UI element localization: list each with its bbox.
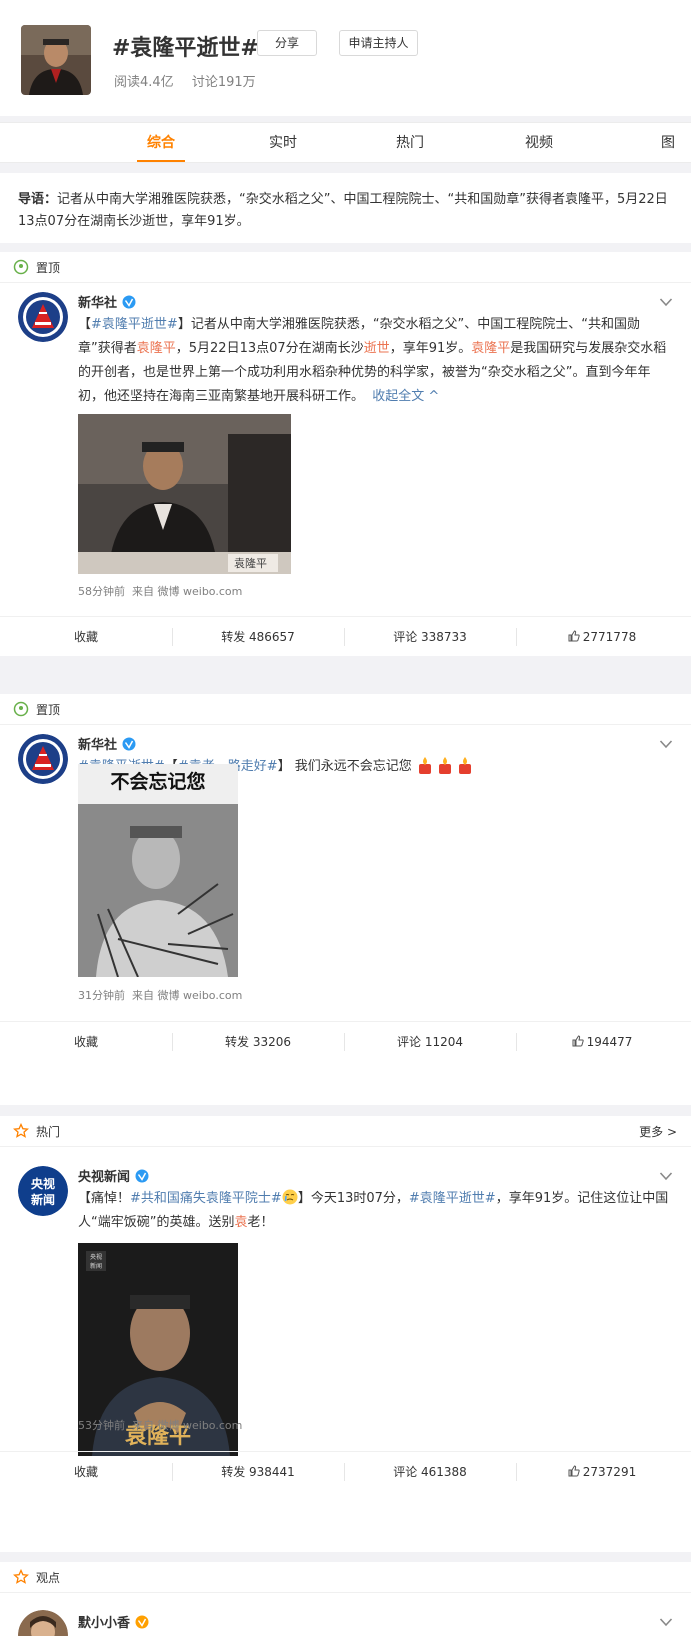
topic-avatar[interactable] [21, 25, 91, 95]
action-bar: 收藏 转发 938441 评论 461388 2737291 [0, 1451, 691, 1491]
topic-link[interactable]: #袁隆平逝世# [91, 317, 178, 332]
post-text: 【#袁隆平逝世#】记者从中南大学湘雅医院获悉，“杂交水稻之父”、中国工程院院士、… [78, 317, 667, 404]
repost-button[interactable]: 转发 938441 [172, 1452, 344, 1492]
card-section-header: 观点 [0, 1562, 691, 1593]
intro-text: 记者从中南大学湘雅医院获悉，“杂交水稻之父”、中国工程院院士、“共和国勋章”获得… [18, 192, 668, 229]
intro-label: 导语： [18, 192, 58, 207]
repost-button[interactable]: 转发 33206 [172, 1022, 344, 1062]
like-button[interactable]: 2737291 [516, 1452, 688, 1492]
favorite-button[interactable]: 收藏 [0, 617, 172, 657]
tab-hot[interactable]: 热门 [380, 123, 440, 163]
thumbs-up-icon [572, 1035, 584, 1047]
post-card: 置顶 新华社 #袁隆平逝世#【#袁老一路走好#】 我们永远不会忘记您 不会忘记您 [0, 694, 691, 1105]
thumbs-up-icon [568, 1465, 580, 1477]
post-meta: 58分钟前 来自 微博 weibo.com [78, 583, 242, 599]
action-bar: 收藏 转发 33206 评论 11204 194477 [0, 1021, 691, 1061]
crying-emoji-icon [282, 1189, 298, 1205]
post-meta: 31分钟前 来自 微博 weibo.com [78, 987, 242, 1003]
topic-stats: 阅读4.4亿 讨论191万 [114, 71, 270, 90]
author-name[interactable]: 默小小香 [78, 1612, 149, 1631]
tab-active-indicator [137, 160, 185, 162]
chevron-down-icon[interactable] [659, 1171, 673, 1181]
tab-comprehensive[interactable]: 综合 [131, 123, 191, 163]
section-label: 热门 [36, 1125, 61, 1139]
post-text: 【痛悼！#共和国痛失袁隆平院士# 】今天13时07分，#袁隆平逝世#，享年91岁。… [78, 1189, 669, 1230]
verified-icon [122, 737, 136, 751]
pin-icon [13, 701, 29, 717]
apply-host-button[interactable]: 申请主持人 [339, 30, 418, 56]
like-button[interactable]: 194477 [516, 1022, 688, 1062]
tab-pictures[interactable]: 图 [648, 123, 688, 163]
chevron-down-icon[interactable] [659, 297, 673, 307]
comment-button[interactable]: 评论 11204 [344, 1022, 516, 1062]
post-time[interactable]: 31分钟前 [78, 989, 125, 1002]
tab-video[interactable]: 视频 [509, 123, 569, 163]
post-card: 观点 默小小香 [0, 1562, 691, 1636]
topic-intro: 导语：记者从中南大学湘雅医院获悉，“杂交水稻之父”、中国工程院院士、“共和国勋章… [0, 173, 691, 243]
card-section-header: 置顶 [0, 252, 691, 283]
card-section-header: 热门 更多 > [0, 1116, 691, 1147]
section-label: 置顶 [36, 261, 61, 275]
candle-emoji-icon [418, 757, 471, 774]
more-link[interactable]: 更多 > [639, 1123, 677, 1140]
author-name[interactable]: 新华社 [78, 292, 136, 311]
post-source: 来自 微博 weibo.com [132, 989, 243, 1002]
avatar[interactable] [18, 1610, 68, 1636]
author-name[interactable]: 新华社 [78, 734, 136, 753]
post-time[interactable]: 58分钟前 [78, 585, 125, 598]
action-bar: 收藏 转发 486657 评论 338733 2771778 [0, 616, 691, 656]
avatar[interactable] [18, 292, 68, 342]
thumbs-up-icon [568, 630, 580, 642]
image-caption: 袁隆平 [234, 556, 267, 570]
comment-button[interactable]: 评论 461388 [344, 1452, 516, 1492]
favorite-button[interactable]: 收藏 [0, 1022, 172, 1062]
avatar[interactable] [18, 734, 68, 784]
image-caption: 不会忘记您 [110, 770, 205, 793]
tab-bar: 综合 实时 热门 视频 图 [0, 122, 691, 163]
tab-realtime[interactable]: 实时 [253, 123, 313, 163]
image-logo: 央视 [90, 1253, 102, 1261]
chevron-down-icon[interactable] [659, 1617, 673, 1627]
card-section-header: 置顶 [0, 694, 691, 725]
star-icon [13, 1569, 29, 1584]
favorite-button[interactable]: 收藏 [0, 1452, 172, 1492]
post-card: 置顶 新华社 【#袁隆平逝世#】记者从中南大学湘雅医院获悉，“杂交水稻之父”、中… [0, 252, 691, 656]
verified-icon [122, 295, 136, 309]
topic-header: #袁隆平逝世# 分享 申请主持人 阅读4.4亿 讨论191万 [0, 0, 691, 116]
topic-link[interactable]: #共和国痛失袁隆平院士# [130, 1191, 282, 1206]
svg-text:央视: 央视 [31, 1176, 55, 1191]
verified-icon [135, 1615, 149, 1629]
collapse-link[interactable]: 收起全文 ^ [372, 389, 439, 404]
section-label: 置顶 [36, 703, 61, 717]
chevron-down-icon[interactable] [659, 739, 673, 749]
post-card: 热门 更多 > 央视 新闻 央视新闻 【痛悼！#共和国痛失袁隆平院士# 】今天13… [0, 1116, 691, 1552]
post-meta: 53分钟前 来自 微博 weibo.com [78, 1417, 242, 1433]
star-icon [13, 1123, 29, 1138]
topic-link[interactable]: #袁隆平逝世# [409, 1191, 496, 1206]
section-label: 观点 [36, 1571, 61, 1585]
pin-icon [13, 259, 29, 275]
avatar[interactable]: 央视 新闻 [18, 1166, 68, 1216]
like-button[interactable]: 2771778 [516, 617, 688, 657]
post-image[interactable]: 不会忘记您 [78, 764, 238, 977]
svg-text:新闻: 新闻 [90, 1262, 102, 1270]
discussion-count: 讨论191万 [191, 75, 256, 90]
comment-button[interactable]: 评论 338733 [344, 617, 516, 657]
verified-icon [135, 1169, 149, 1183]
repost-button[interactable]: 转发 486657 [172, 617, 344, 657]
read-count: 阅读4.4亿 [114, 75, 174, 90]
post-source: 来自 微博 weibo.com [132, 1419, 243, 1432]
topic-title: #袁隆平逝世# [112, 36, 259, 61]
author-name[interactable]: 央视新闻 [78, 1166, 149, 1185]
post-image[interactable]: 袁隆平 [78, 414, 291, 574]
post-time[interactable]: 53分钟前 [78, 1419, 125, 1432]
share-button[interactable]: 分享 [257, 30, 317, 56]
post-source: 来自 微博 weibo.com [132, 585, 243, 598]
svg-text:新闻: 新闻 [31, 1192, 55, 1207]
